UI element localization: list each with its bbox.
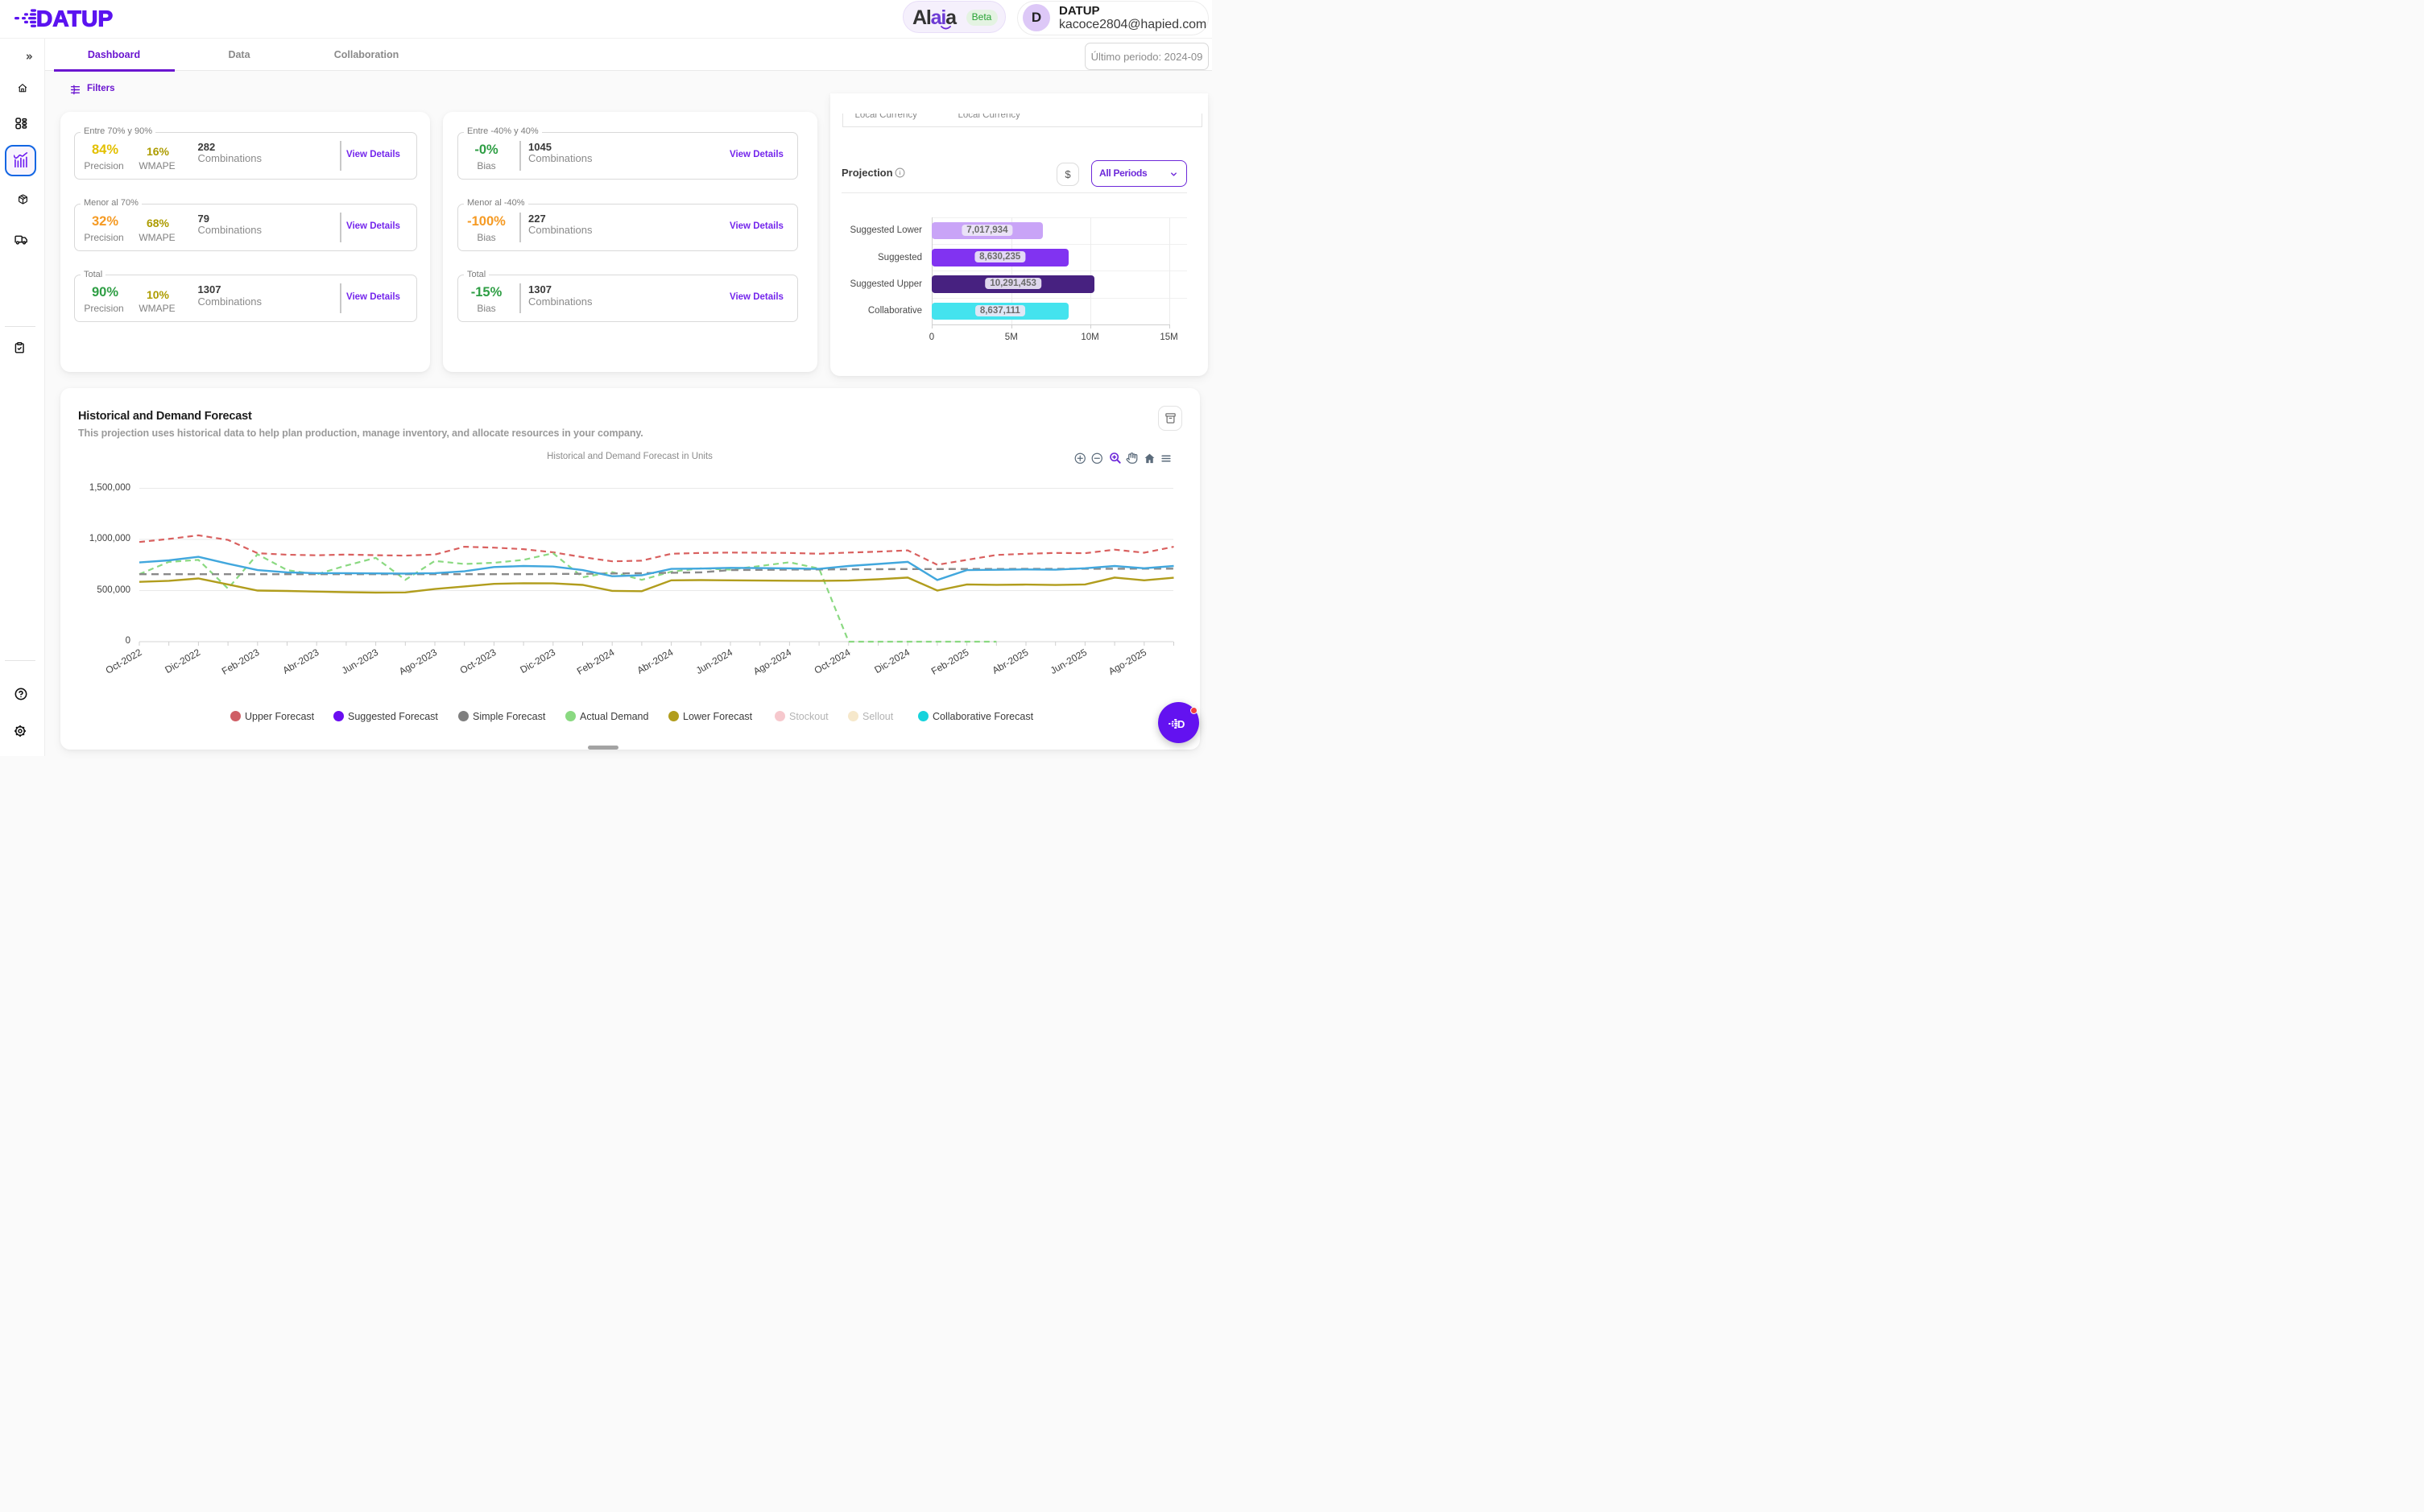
- svg-text:D: D: [1177, 719, 1185, 729]
